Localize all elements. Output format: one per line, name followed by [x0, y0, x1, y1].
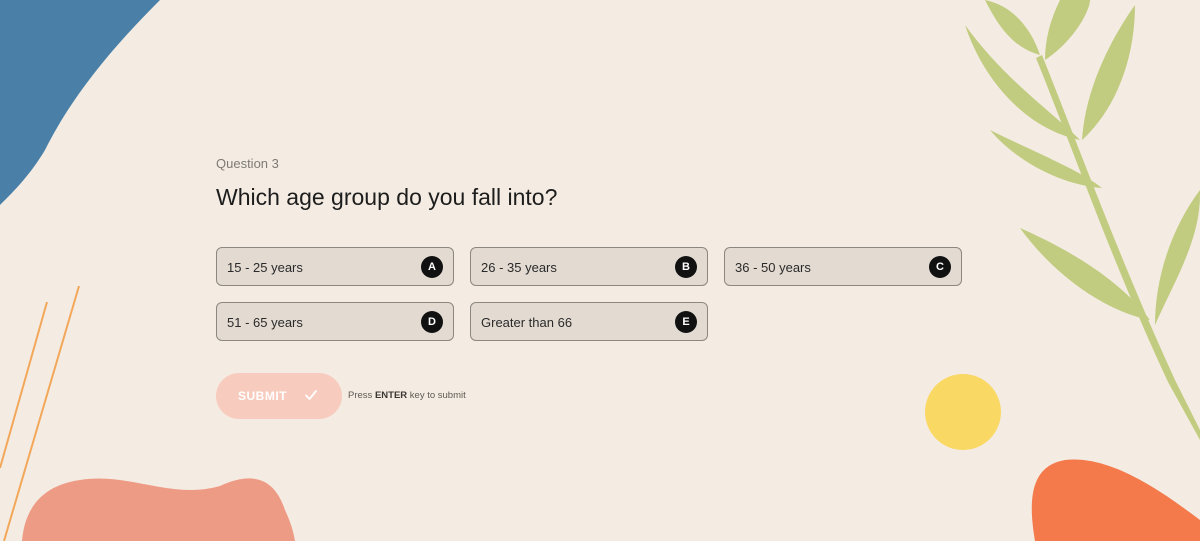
option-label: 51 - 65 years: [227, 315, 303, 330]
submit-button[interactable]: SUBMIT: [216, 373, 342, 419]
option-key-badge: D: [421, 311, 443, 333]
option-a[interactable]: 15 - 25 years A: [216, 247, 454, 286]
hint-key: ENTER: [374, 390, 408, 401]
option-d[interactable]: 51 - 65 years D: [216, 302, 454, 341]
option-key-badge: A: [421, 256, 443, 278]
question-number: Question 3: [216, 156, 279, 171]
yellow-circle-shape: [925, 374, 1001, 450]
submit-row: SUBMIT Press ENTER key to submit: [216, 373, 616, 419]
option-label: 15 - 25 years: [227, 260, 303, 275]
option-e[interactable]: Greater than 66 E: [470, 302, 708, 341]
submit-label: SUBMIT: [238, 389, 287, 403]
orange-blob-shape: [1031, 459, 1200, 541]
option-key-badge: B: [675, 256, 697, 278]
option-key-badge: E: [675, 311, 697, 333]
option-c[interactable]: 36 - 50 years C: [724, 247, 962, 286]
option-label: Greater than 66: [481, 315, 573, 330]
blue-blob-shape: [0, 0, 160, 205]
salmon-blob-shape: [22, 478, 295, 541]
hint-prefix: Press: [348, 390, 373, 401]
option-label: 26 - 35 years: [481, 260, 557, 275]
answer-options: 15 - 25 years A 26 - 35 years B 36 - 50 …: [216, 247, 976, 347]
leaf-branch-shape: [965, 0, 1200, 440]
option-key-badge: C: [929, 256, 951, 278]
check-icon: [305, 390, 317, 400]
question-panel: Question 3 Which age group do you fall i…: [216, 155, 976, 419]
question-title: Which age group do you fall into?: [216, 184, 558, 210]
option-label: 36 - 50 years: [735, 260, 811, 275]
submit-hint: Press ENTER key to submit: [348, 373, 466, 419]
orange-line-1: [0, 301, 48, 469]
option-b[interactable]: 26 - 35 years B: [470, 247, 708, 286]
hint-suffix: key to submit: [409, 390, 466, 401]
